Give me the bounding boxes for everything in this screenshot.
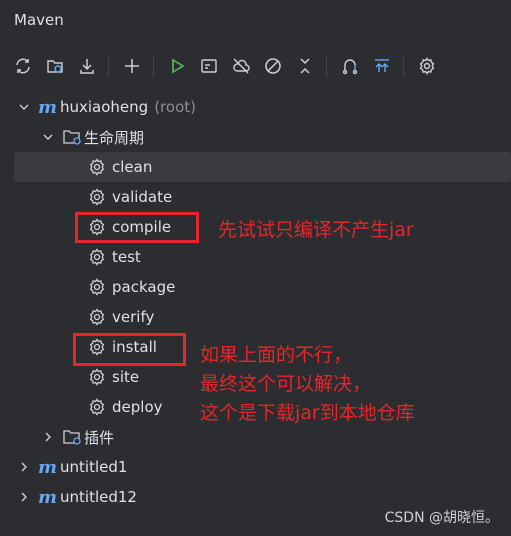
compile-annotation: 先试试只编译不产生jar: [218, 219, 414, 241]
project-name: untitled12: [60, 488, 137, 506]
gear-icon: [89, 308, 105, 326]
goal-validate[interactable]: validate: [0, 182, 511, 212]
dependencies-icon[interactable]: [337, 53, 363, 79]
panel-header: Maven: [0, 0, 511, 40]
install-annotation-line1: 如果上面的不行，: [200, 344, 353, 366]
goal-label: package: [112, 278, 176, 296]
chevron-right-icon[interactable]: [16, 489, 32, 505]
panel-title: Maven: [14, 11, 64, 29]
gear-icon: [89, 248, 105, 266]
watermark: CSDN @胡晓恒。: [384, 510, 499, 526]
toolbar-separator: [326, 55, 327, 77]
install-highlight-box: [73, 333, 186, 366]
maven-project-icon: m: [38, 96, 58, 118]
lifecycle-label: 生命周期: [84, 128, 145, 147]
plugins-folder-icon: [63, 430, 81, 445]
reload-icon[interactable]: [10, 53, 36, 79]
plugins-label: 插件: [84, 428, 115, 447]
gear-icon: [89, 158, 105, 176]
gear-icon: [89, 398, 105, 416]
goal-label: validate: [112, 188, 173, 206]
collapse-icon[interactable]: [292, 53, 318, 79]
tree-node-lifecycle[interactable]: 生命周期: [0, 122, 511, 152]
tree-node-project[interactable]: m untitled1: [0, 452, 511, 482]
gear-icon: [89, 188, 105, 206]
chevron-right-icon[interactable]: [16, 459, 32, 475]
gear-icon: [89, 368, 105, 386]
add-icon[interactable]: [119, 53, 145, 79]
download-icon[interactable]: [74, 53, 100, 79]
maven-project-icon: m: [38, 486, 58, 508]
root-project-name: huxiaoheng: [60, 98, 149, 116]
toolbar-separator: [403, 55, 404, 77]
project-name: untitled1: [60, 458, 128, 476]
tree-node-root[interactable]: m huxiaoheng (root): [0, 92, 511, 122]
show-diagram-icon[interactable]: [369, 53, 395, 79]
execute-goal-icon[interactable]: [196, 53, 222, 79]
reload-folder-icon[interactable]: [42, 53, 68, 79]
maven-project-icon: m: [38, 456, 58, 478]
install-annotation-line2: 最终这个可以解决，: [200, 373, 372, 395]
chevron-right-icon[interactable]: [40, 429, 56, 445]
goal-verify[interactable]: verify: [0, 302, 511, 332]
toolbar-separator: [153, 55, 154, 77]
goal-clean[interactable]: clean: [14, 152, 511, 182]
goal-label: deploy: [112, 398, 163, 416]
goal-label: site: [112, 368, 140, 386]
gear-icon: [89, 278, 105, 296]
offline-icon[interactable]: [228, 53, 254, 79]
goal-label: test: [112, 248, 141, 266]
goal-label: verify: [112, 308, 155, 326]
chevron-down-icon[interactable]: [16, 99, 32, 115]
install-annotation-line3: 这个是下载jar到本地仓库: [200, 402, 415, 424]
goal-package[interactable]: package: [0, 272, 511, 302]
lifecycle-folder-icon: [63, 130, 81, 145]
goal-label: clean: [112, 158, 153, 176]
root-suffix: (root): [154, 98, 196, 116]
toolbar-separator: [108, 55, 109, 77]
skip-tests-icon[interactable]: [260, 53, 286, 79]
compile-highlight-box: [75, 212, 199, 243]
settings-icon[interactable]: [414, 53, 440, 79]
goal-test[interactable]: test: [0, 242, 511, 272]
run-icon[interactable]: [164, 53, 190, 79]
chevron-down-icon[interactable]: [40, 129, 56, 145]
toolbar: [0, 50, 511, 82]
